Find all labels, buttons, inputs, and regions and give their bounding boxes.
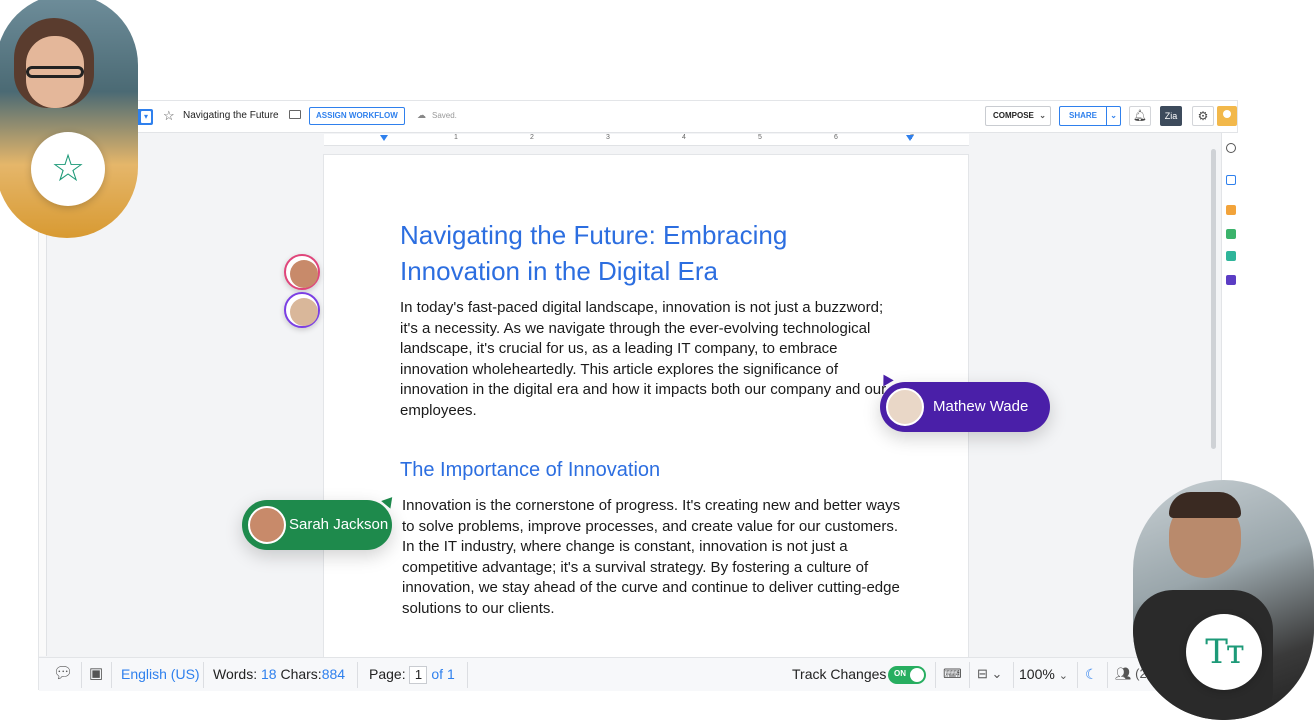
ruler-tick: 4 [682, 134, 686, 141]
compose-label: COMPOSE [993, 111, 1034, 120]
top-toolbar: ▾ ☆ Navigating the Future ASSIGN WORKFLO… [39, 101, 1237, 133]
extension-icon[interactable] [1226, 275, 1236, 285]
badge-circle: ☆ [31, 132, 105, 206]
track-changes-label: Track Changes [792, 666, 887, 682]
globe-icon[interactable] [1226, 251, 1236, 261]
horizontal-ruler[interactable]: 1 2 3 4 5 6 7 [324, 134, 969, 146]
section-heading[interactable]: The Importance of Innovation [400, 459, 660, 482]
chevron-down-icon: ▾ [141, 111, 151, 123]
chevron-down-icon[interactable]: ⌄ [1110, 107, 1117, 125]
compose-button[interactable]: COMPOSE ⌄ [985, 106, 1051, 126]
folder-icon[interactable] [289, 110, 301, 119]
comment-icon[interactable]: 💬︎ [53, 658, 73, 692]
dark-mode-icon[interactable]: ☾ [1085, 658, 1098, 692]
bell-icon[interactable]: 🔔︎ [1129, 106, 1151, 126]
collaborator-name: Mathew Wade [933, 398, 1029, 415]
ruler-tick: 6 [834, 134, 838, 141]
collaborator-avatar[interactable] [284, 292, 320, 328]
collaborator-name: Sarah Jackson [289, 516, 389, 533]
badge-circle: Tт [1186, 614, 1262, 690]
left-indent-marker[interactable] [380, 135, 388, 141]
tools-icon[interactable] [1226, 229, 1236, 239]
ruler-tick: 1 [454, 134, 458, 141]
page-total: of 1 [431, 666, 455, 682]
avatar [248, 506, 286, 544]
words-value: 18 [260, 666, 277, 682]
stage: ▾ ☆ Navigating the Future ASSIGN WORKFLO… [0, 0, 1314, 720]
share-button[interactable]: SHARE ⌄ [1059, 106, 1121, 126]
avatar [290, 298, 318, 326]
info-icon[interactable] [1226, 143, 1236, 153]
user-avatar[interactable] [1217, 106, 1237, 126]
avatar [290, 260, 318, 288]
ruler-tick: 3 [606, 134, 610, 141]
ruler-tick: 5 [758, 134, 762, 141]
keyboard-icon[interactable]: ⌨ [943, 658, 962, 692]
palette-icon[interactable] [1226, 205, 1236, 215]
document-check-icon[interactable]: ▣ [89, 658, 103, 692]
hair-shape [1169, 492, 1241, 518]
page-indicator: Page: 1 of 1 [369, 658, 455, 692]
avatar [886, 388, 924, 426]
toggle-state: ON [894, 669, 906, 678]
page-number-input[interactable]: 1 [409, 666, 428, 685]
sparkle-star-icon: ☆ [50, 148, 86, 190]
paragraph[interactable]: In today's fast-paced digital landscape,… [400, 298, 890, 422]
page-label: Page: [369, 666, 406, 682]
collaborator-cursor-label: Sarah Jackson [242, 500, 392, 550]
document-page[interactable]: Navigating the Future: Embracing Innovat… [323, 154, 969, 674]
word-count: Words: 18 Chars:884 [213, 658, 345, 692]
text-format-icon: Tт [1205, 632, 1244, 672]
document-title[interactable]: Navigating the Future [183, 110, 279, 121]
language-selector[interactable]: English (US) [121, 658, 200, 692]
ruler-tick: 2 [530, 134, 534, 141]
page-layout-icon[interactable]: ⊟ ⌄ [977, 658, 1002, 692]
chevron-down-icon: ⌄ [1058, 670, 1068, 682]
document-heading[interactable]: Navigating the Future: Embracing Innovat… [400, 217, 860, 289]
chevron-down-icon: ⌄ [1039, 111, 1046, 120]
zia-assistant-icon[interactable]: Zia [1160, 106, 1182, 126]
zoom-selector[interactable]: 100% ⌄ [1019, 658, 1068, 692]
save-status: Saved. [432, 111, 457, 120]
writer-app-window: ▾ ☆ Navigating the Future ASSIGN WORKFLO… [38, 100, 1239, 691]
chars-label: Chars: [280, 666, 322, 682]
status-bar: 💬︎ ▣ English (US) Words: 18 Chars:884 Pa… [39, 657, 1237, 691]
track-changes-toggle[interactable]: ON [888, 666, 926, 684]
panel-icon[interactable] [1226, 175, 1236, 185]
star-icon[interactable]: ☆ [163, 108, 175, 124]
cloud-icon: ☁ [417, 110, 426, 120]
right-indent-marker[interactable] [906, 135, 914, 141]
chars-value: 884 [321, 666, 346, 682]
words-label: Words: [213, 666, 258, 682]
zoom-value: 100% [1019, 666, 1055, 682]
paragraph[interactable]: Innovation is the cornerstone of progres… [402, 496, 902, 620]
vertical-scrollbar[interactable] [1211, 149, 1216, 449]
gear-icon[interactable]: ⚙ [1192, 106, 1214, 126]
assign-workflow-button[interactable]: ASSIGN WORKFLOW [309, 107, 405, 125]
glasses-shape [26, 66, 84, 78]
collaborator-avatar[interactable] [284, 254, 320, 290]
collaborator-cursor-label: Mathew Wade [880, 382, 1050, 432]
share-label: SHARE [1069, 111, 1098, 120]
